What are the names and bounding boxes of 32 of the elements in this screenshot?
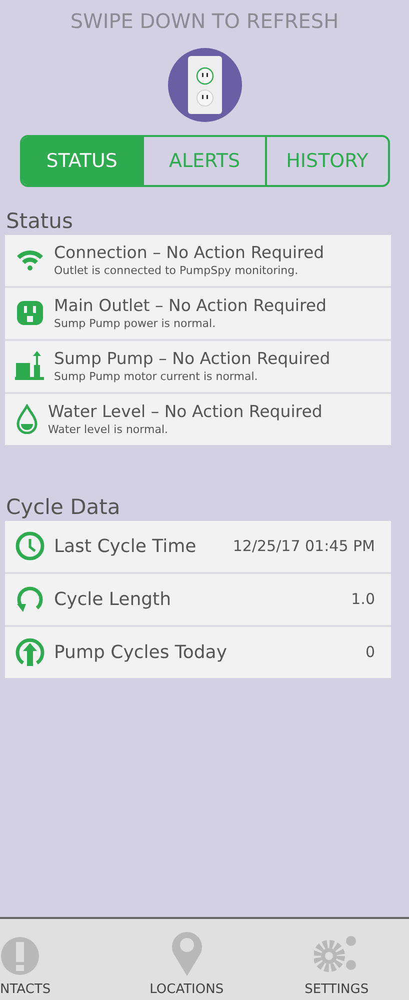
section-heading: Status (6, 209, 73, 233)
water-drop-icon (15, 404, 39, 434)
nav-item[interactable]: NTACTS (0, 919, 51, 997)
cycle-value: 0 (365, 643, 376, 661)
refresh-hint: SWIPE DOWN TO REFRESH (70, 9, 339, 33)
cycle-value: 12/25/17 01:45 PM (232, 537, 376, 555)
outlet-icon (15, 300, 45, 326)
status-title: Sump Pump – No Action Required (54, 349, 330, 368)
nav-item[interactable]: SETTINGS (276, 919, 397, 997)
clock-icon (15, 531, 45, 561)
cycle-label: Pump Cycles Today (54, 642, 227, 662)
outlet-logo-icon (168, 48, 242, 122)
up-arrow-circle-icon (15, 637, 45, 667)
location-pin-icon (170, 930, 203, 976)
section-heading: Cycle Data (6, 495, 120, 519)
nav-label: LOCATIONS (150, 982, 224, 997)
nav-label: NTACTS (0, 982, 51, 997)
cycle-label: Last Cycle Time (54, 536, 196, 556)
status-title: Water Level – No Action Required (48, 402, 322, 421)
nav-label: SETTINGS (304, 982, 369, 997)
status-detail: Sump Pump motor current is normal. (54, 370, 259, 383)
status-title: Connection – No Action Required (54, 243, 324, 262)
status-detail: Outlet is connected to PumpSpy monitoring. (54, 264, 300, 277)
status-title: Main Outlet – No Action Required (54, 296, 327, 315)
cycle-value: 1.0 (351, 590, 376, 608)
refresh-icon (15, 584, 45, 614)
pump-icon (15, 351, 45, 381)
status-detail: Water level is normal. (48, 423, 169, 436)
status-detail: Sump Pump power is normal. (54, 317, 217, 330)
cycle-label: Cycle Length (54, 588, 171, 610)
nav-item[interactable]: LOCATIONS (126, 919, 247, 997)
wifi-icon (15, 248, 45, 272)
